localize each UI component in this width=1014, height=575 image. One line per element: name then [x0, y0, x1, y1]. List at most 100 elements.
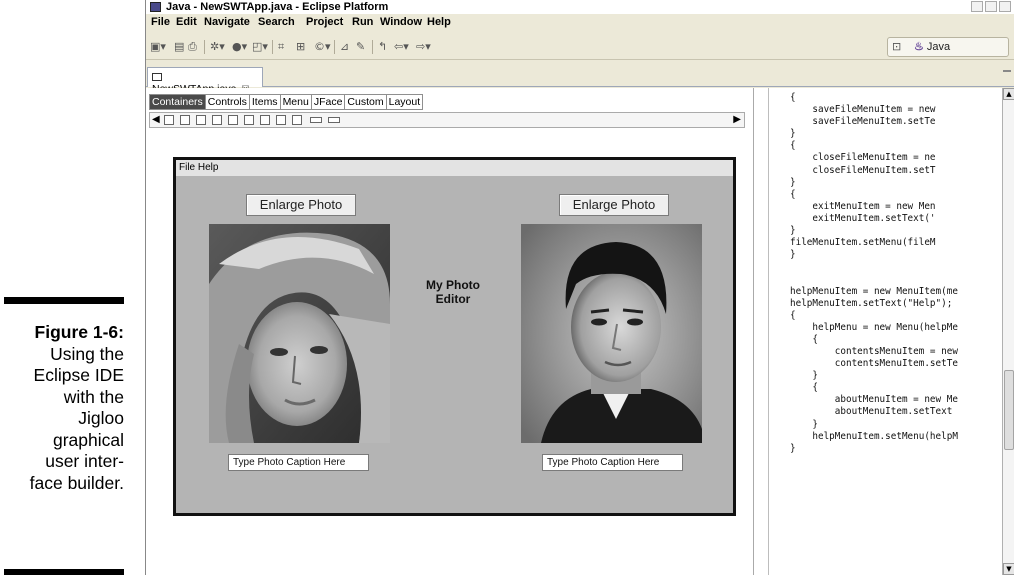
palette-tabs: Containers Controls Items Menu JFace Cus…	[149, 94, 424, 110]
menu-navigate[interactable]: Navigate	[204, 16, 250, 28]
menu-project[interactable]: Project	[306, 16, 343, 28]
java-perspective[interactable]: ♨ Java	[914, 40, 950, 53]
enlarge-photo-left-button[interactable]: Enlarge Photo	[246, 194, 356, 216]
left-caption-input[interactable]: Type Photo Caption Here	[228, 454, 369, 471]
title-bar[interactable]: Java - NewSWTApp.java - Eclipse Platform	[146, 0, 1014, 14]
tab-layout[interactable]: Layout	[385, 94, 424, 110]
app-title-line2: Editor	[435, 292, 471, 306]
caption-line: graphical	[52, 429, 124, 450]
new-java-project-icon[interactable]: ⌗	[278, 41, 284, 53]
back-icon[interactable]: ⇦▾	[394, 41, 409, 53]
new-class-icon[interactable]: ©▾	[314, 41, 331, 53]
code-line: helpMenu = new Menu(helpMe	[790, 321, 958, 333]
code-line: {	[790, 333, 818, 345]
caption-line: face builder.	[29, 472, 124, 493]
left-photo[interactable]	[209, 224, 390, 443]
left-photo-image	[209, 224, 390, 443]
last-edit-icon[interactable]: ↰	[378, 41, 387, 53]
menu-edit[interactable]: Edit	[176, 16, 197, 28]
app-title-label: My Photo Editor	[408, 278, 498, 306]
open-perspective-icon[interactable]: ⊡	[892, 40, 901, 53]
maximize-icon[interactable]	[985, 1, 997, 12]
search-icon[interactable]: ✎	[356, 41, 365, 53]
menu-run[interactable]: Run	[352, 16, 373, 28]
enlarge-photo-right-button[interactable]: Enlarge Photo	[559, 194, 669, 216]
perspective-switcher[interactable]: ⊡ ♨ Java	[887, 37, 1009, 57]
code-line: saveFileMenuItem.setTe	[790, 116, 936, 128]
code-line: {	[790, 140, 796, 152]
code-line: {	[790, 309, 796, 321]
palette-component-row: ◀ ▶	[149, 112, 745, 128]
minimize-editor-icon[interactable]	[1003, 70, 1011, 72]
shell-icon[interactable]	[310, 117, 322, 123]
save-icon[interactable]: ▤	[174, 41, 184, 53]
caption-line: Eclipse IDE	[33, 365, 124, 385]
new-icon[interactable]: ▣▾	[150, 41, 166, 53]
eclipse-window: Java - NewSWTApp.java - Eclipse Platform…	[145, 0, 1014, 575]
toolbar-separator	[334, 40, 335, 54]
code-line: {	[790, 382, 818, 394]
toolbar-icon[interactable]	[292, 115, 302, 125]
debug-icon[interactable]: ✲▾	[210, 41, 225, 53]
open-type-icon[interactable]: ⊿	[340, 41, 349, 53]
code-line: closeFileMenuItem.setT	[790, 164, 936, 176]
code-line: helpMenuItem.setText("Help");	[790, 297, 953, 309]
code-line: }	[790, 442, 796, 454]
right-photo[interactable]	[521, 224, 702, 443]
group-icon[interactable]	[180, 115, 190, 125]
form-file-icon	[152, 73, 162, 81]
scroll-right-icon[interactable]: ▶	[733, 114, 741, 125]
print-icon[interactable]: ⎙	[188, 41, 197, 53]
menu-file[interactable]: File	[151, 16, 170, 28]
menu-window[interactable]: Window	[380, 16, 422, 28]
scrolled-composite-icon[interactable]	[212, 115, 222, 125]
menu-search[interactable]: Search	[258, 16, 295, 28]
tab-menu[interactable]: Menu	[279, 94, 312, 110]
screenshot-root: Figure 1-6: Using the Eclipse IDE with t…	[0, 0, 1014, 575]
code-vertical-scrollbar[interactable]: ▲ ▼	[1002, 88, 1014, 575]
code-line: helpMenuItem.setMenu(helpM	[790, 430, 958, 442]
tab-items[interactable]: Items	[248, 94, 281, 110]
external-tools-icon[interactable]: ◰▾	[252, 41, 268, 53]
code-line: fileMenuItem.setMenu(fileM	[790, 237, 936, 249]
window-controls	[971, 1, 1011, 12]
forward-icon[interactable]: ⇨▾	[416, 41, 431, 53]
scroll-up-arrow-icon[interactable]: ▲	[1003, 88, 1014, 100]
minimize-icon[interactable]	[971, 1, 983, 12]
code-line: saveFileMenuItem = new	[790, 104, 936, 116]
figure-caption: Figure 1-6: Using the Eclipse IDE with t…	[0, 322, 124, 494]
composite-icon[interactable]	[164, 115, 174, 125]
code-scroll-thumb[interactable]	[1004, 370, 1014, 450]
tab-controls[interactable]: Controls	[204, 94, 250, 110]
coolbar-icon[interactable]	[276, 115, 286, 125]
scroll-down-arrow-icon[interactable]: ▼	[1003, 563, 1014, 575]
tab-newswtapp[interactable]: NewSWTApp.java☒	[147, 67, 263, 95]
code-line: helpMenuItem = new MenuItem(me	[790, 285, 958, 297]
new-package-icon[interactable]: ⊞	[296, 41, 305, 53]
sashform-icon[interactable]	[196, 115, 206, 125]
table-icon[interactable]	[260, 115, 270, 125]
tabfolder-icon[interactable]	[228, 115, 238, 125]
code-line: aboutMenuItem = new Me	[790, 394, 958, 406]
code-line: }	[790, 225, 796, 237]
close-icon[interactable]	[999, 1, 1011, 12]
app-shell-preview[interactable]: File Help Enlarge Photo Enlarge Photo My…	[173, 157, 736, 516]
code-line: }	[790, 418, 818, 430]
menu-help[interactable]: Help	[427, 16, 451, 28]
code-line: contentsMenuItem = new	[790, 345, 958, 357]
tab-containers[interactable]: Containers	[149, 94, 206, 110]
app-menu-bar[interactable]: File Help	[176, 160, 733, 176]
window-title: Java - NewSWTApp.java - Eclipse Platform	[166, 1, 389, 13]
run-icon[interactable]: ●▾	[232, 41, 247, 53]
caption-line: Using the	[50, 343, 124, 364]
code-text[interactable]: { saveFileMenuItem = new saveFileMenuIte…	[790, 92, 958, 455]
ctabfolder-icon[interactable]	[244, 115, 254, 125]
tab-custom[interactable]: Custom	[344, 94, 387, 110]
dialog-icon[interactable]	[328, 117, 340, 123]
scroll-left-icon[interactable]: ◀	[152, 114, 160, 125]
jigloo-design-view: Containers Controls Items Menu JFace Cus…	[146, 88, 754, 575]
tab-jface[interactable]: JFace	[310, 94, 346, 110]
java-perspective-icon: ♨	[914, 41, 924, 53]
right-caption-input[interactable]: Type Photo Caption Here	[542, 454, 683, 471]
code-line: exitMenuItem.setText('	[790, 212, 936, 224]
